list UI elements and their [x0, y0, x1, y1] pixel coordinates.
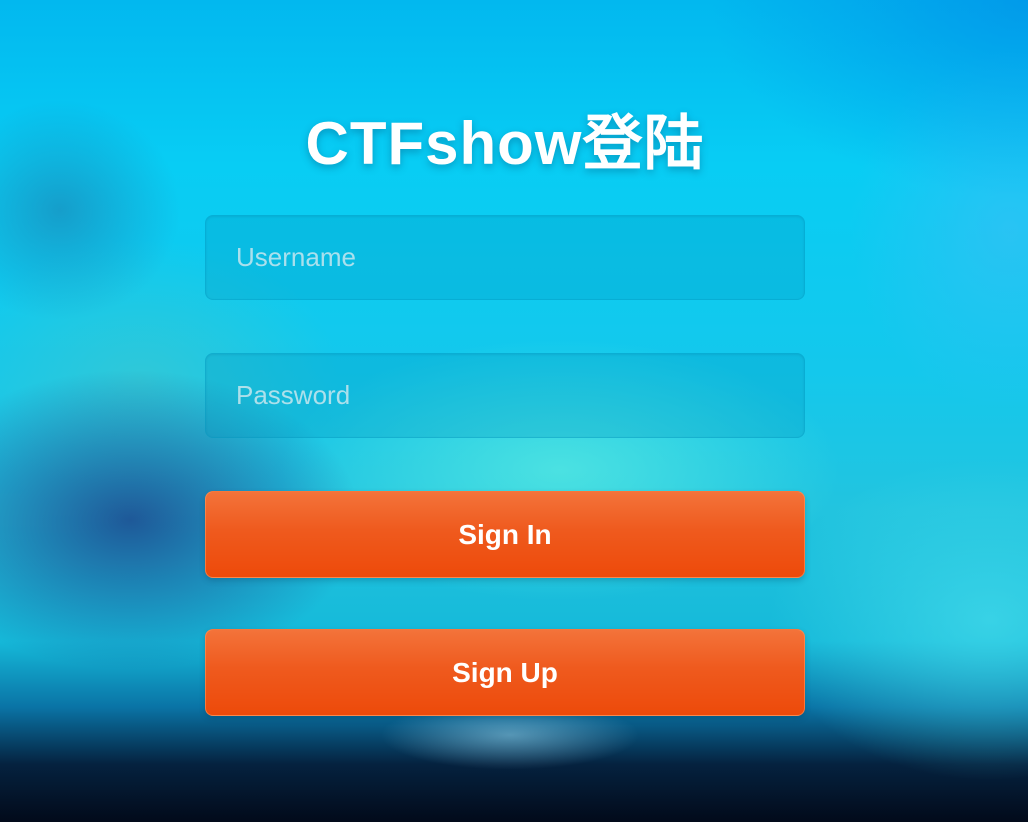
sign-up-button[interactable]: Sign Up	[205, 629, 805, 716]
sign-in-button[interactable]: Sign In	[205, 491, 805, 578]
login-form: Sign In Sign Up	[205, 215, 805, 767]
username-input[interactable]	[205, 215, 805, 300]
password-input[interactable]	[205, 353, 805, 438]
page-title: CTFshow登陆	[305, 110, 705, 178]
